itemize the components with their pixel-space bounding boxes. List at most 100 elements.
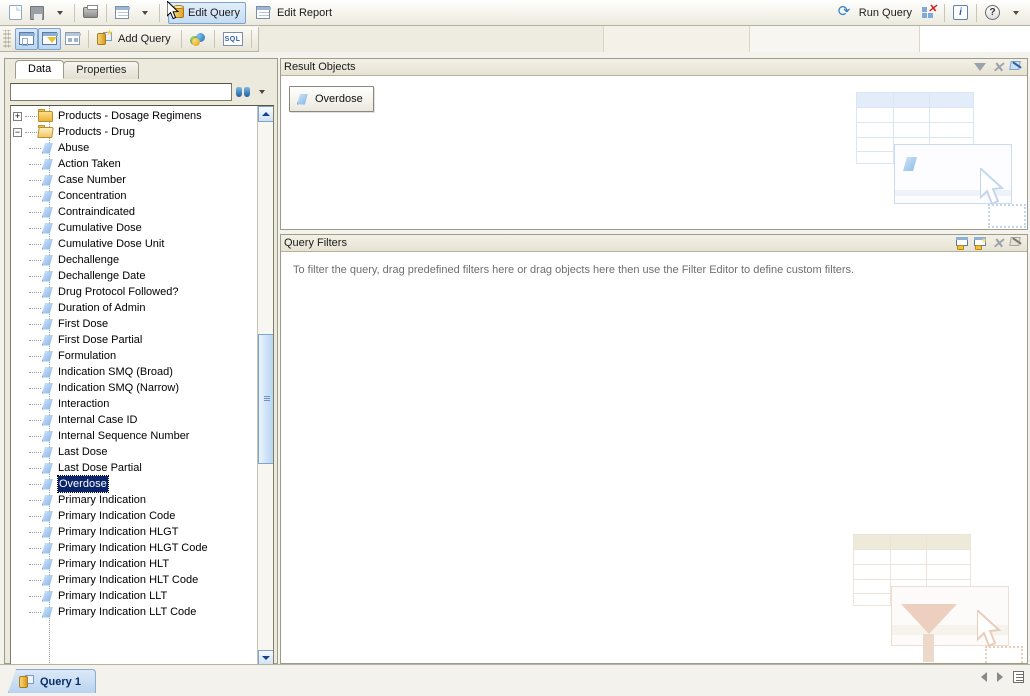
tree-connector	[29, 211, 41, 213]
add-query-label: Add Query	[118, 32, 171, 45]
tree-item-last-dose-partial[interactable]: Last Dose Partial	[11, 460, 257, 476]
tree-item-label: Last Dose	[58, 446, 108, 458]
tree-connector	[29, 451, 41, 453]
result-objects-pin-button[interactable]	[1008, 60, 1024, 75]
query-filters-title: Query Filters	[284, 237, 347, 249]
watermark-funnel-stem	[923, 634, 934, 662]
toggle-data-panel-button[interactable]	[15, 27, 38, 50]
save-dropdown-button[interactable]	[48, 2, 70, 24]
result-objects-body[interactable]: Overdose	[281, 76, 1027, 229]
tree-item-cumulative-dose-unit[interactable]: Cumulative Dose Unit	[11, 236, 257, 252]
tree-item-dechallenge[interactable]: Dechallenge	[11, 252, 257, 268]
toolbar-filler	[258, 25, 1030, 52]
tree-item-primary-indication-llt-code[interactable]: Primary Indication LLT Code	[11, 604, 257, 620]
watermark-gridline	[854, 593, 970, 594]
run-query-button[interactable]: Run Query	[834, 2, 918, 24]
document-info-button[interactable]: i	[949, 2, 972, 24]
search-input-wrapper[interactable]	[10, 83, 232, 101]
find-options-button[interactable]	[254, 82, 268, 102]
tree-item-label: Primary Indication	[58, 494, 147, 506]
view-structure-button[interactable]	[111, 2, 133, 24]
tree-item-contraindicated[interactable]: Contraindicated	[11, 204, 257, 220]
tree-item-primary-indication-hlt-code[interactable]: Primary Indication HLT Code	[11, 572, 257, 588]
toolbar-filler-a	[258, 25, 604, 52]
tree-item-products-drug[interactable]: − Products - Drug	[11, 124, 257, 140]
dimension-icon	[42, 334, 53, 346]
tree-item-label: First Dose Partial	[58, 334, 143, 346]
tree-item-label: Case Number	[58, 174, 126, 186]
tree-item-primary-indication-code[interactable]: Primary Indication Code	[11, 508, 257, 524]
query-filters-pin-button[interactable]	[1008, 236, 1024, 251]
toggle-filter-panel-button[interactable]	[38, 27, 61, 50]
tab-data[interactable]: Data	[15, 60, 65, 79]
tree-item-case-number[interactable]: Case Number	[11, 172, 257, 188]
query-filters-close-button[interactable]: ✕	[990, 236, 1006, 251]
view-sql-button[interactable]: SQL	[219, 28, 247, 50]
add-quick-filter-button[interactable]	[972, 236, 988, 251]
tab-properties[interactable]: Properties	[63, 61, 140, 79]
expand-icon[interactable]: +	[13, 111, 22, 121]
tree-item-dechallenge-date[interactable]: Dechallenge Date	[11, 268, 257, 284]
tree-connector	[29, 291, 41, 293]
tree-item-products-dosage-regimens[interactable]: + Products - Dosage Regimens	[11, 108, 257, 124]
search-row	[10, 81, 274, 103]
watermark-gridline	[857, 107, 973, 108]
watermark-dialog-icon	[891, 586, 1009, 646]
sql-icon: SQL	[222, 31, 243, 46]
result-objects-filter-button[interactable]	[972, 60, 988, 83]
tree-item-primary-indication-hlt[interactable]: Primary Indication HLT	[11, 556, 257, 572]
edit-report-button[interactable]: Edit Report	[252, 2, 338, 24]
tree-item-cumulative-dose[interactable]: Cumulative Dose	[11, 220, 257, 236]
print-button[interactable]	[79, 2, 102, 24]
add-query-button[interactable]: Add Query	[93, 28, 177, 50]
toolbar-grip[interactable]	[3, 29, 11, 48]
pin-icon	[1009, 60, 1023, 74]
query-filters-body[interactable]: To filter the query, drag predefined fil…	[281, 252, 1027, 663]
tree-item-internal-sequence-number[interactable]: Internal Sequence Number	[11, 428, 257, 444]
result-object-chip[interactable]: Overdose	[289, 86, 374, 112]
view-dropdown-button[interactable]	[133, 2, 155, 24]
search-input[interactable]	[11, 84, 231, 100]
result-objects-close-button[interactable]: ✕	[990, 60, 1006, 75]
help-dropdown-button[interactable]	[1004, 2, 1026, 24]
tree-item-primary-indication-llt[interactable]: Primary Indication LLT	[11, 588, 257, 604]
tree-item-primary-indication-hlgt-code[interactable]: Primary Indication HLGT Code	[11, 540, 257, 556]
previous-icon[interactable]	[981, 672, 987, 682]
tree-item-primary-indication[interactable]: Primary Indication	[11, 492, 257, 508]
tree-item-concentration[interactable]: Concentration	[11, 188, 257, 204]
tree-item-label: Primary Indication HLGT Code	[58, 542, 208, 554]
tree-item-internal-case-id[interactable]: Internal Case ID	[11, 412, 257, 428]
tree-item-formulation[interactable]: Formulation	[11, 348, 257, 364]
toggle-scope-panel-button[interactable]	[61, 28, 84, 50]
stop-query-button[interactable]: ✕	[918, 2, 940, 24]
collapse-icon[interactable]: −	[13, 127, 22, 137]
tree-connector	[29, 403, 41, 405]
tree-scrollbar[interactable]	[257, 106, 273, 666]
tree-item-last-dose[interactable]: Last Dose	[11, 444, 257, 460]
toolbar-separator	[250, 29, 252, 48]
tree-item-drug-protocol-followed[interactable]: Drug Protocol Followed?	[11, 284, 257, 300]
dimension-icon	[42, 558, 53, 570]
tree-item-first-dose-partial[interactable]: First Dose Partial	[11, 332, 257, 348]
save-button[interactable]	[26, 2, 48, 24]
combined-query-button[interactable]	[186, 28, 210, 50]
tree-item-interaction[interactable]: Interaction	[11, 396, 257, 412]
tree-item-primary-indication-hlgt[interactable]: Primary Indication HLGT	[11, 524, 257, 540]
tree-item-indication-smq-narrow[interactable]: Indication SMQ (Narrow)	[11, 380, 257, 396]
help-button[interactable]: ?	[981, 2, 1004, 24]
scroll-up-button[interactable]	[258, 106, 273, 122]
scrollbar-thumb[interactable]	[258, 334, 273, 464]
tree-item-action-taken[interactable]: Action Taken	[11, 156, 257, 172]
add-filter-button[interactable]	[954, 236, 970, 251]
tree-item-first-dose[interactable]: First Dose	[11, 316, 257, 332]
find-button[interactable]	[232, 82, 254, 102]
query-tab[interactable]: Query 1	[8, 669, 96, 693]
new-document-button[interactable]	[4, 2, 26, 24]
tree-item-indication-smq-broad[interactable]: Indication SMQ (Broad)	[11, 364, 257, 380]
bottom-nav	[981, 671, 1024, 683]
list-icon[interactable]	[1013, 671, 1024, 683]
tree-item-overdose[interactable]: Overdose	[11, 475, 257, 493]
tree-item-duration-of-admin[interactable]: Duration of Admin	[11, 300, 257, 316]
tree-item-abuse[interactable]: Abuse	[11, 140, 257, 156]
next-icon[interactable]	[997, 672, 1003, 682]
